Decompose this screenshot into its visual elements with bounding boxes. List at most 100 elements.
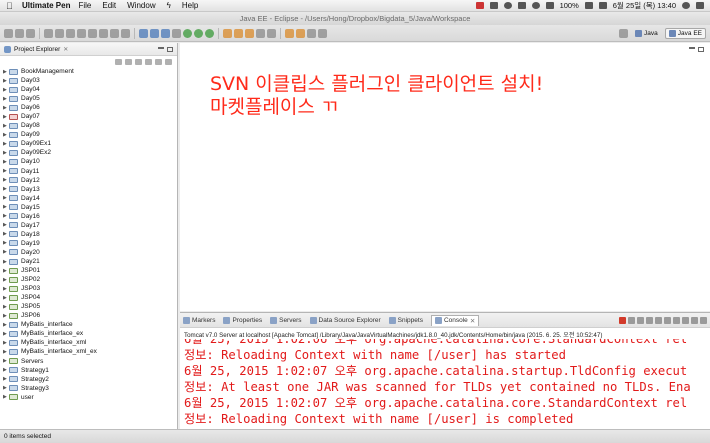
save-icon[interactable] [15, 28, 24, 38]
tree-item[interactable]: ▶ Day11 [3, 167, 177, 176]
tab-project-explorer[interactable]: Project Explorer ✕ [4, 45, 68, 53]
suspend-icon[interactable] [66, 28, 75, 38]
tree-item[interactable]: ▶ Day19 [3, 239, 177, 248]
app-name[interactable]: Ultimate Pen [22, 1, 70, 10]
tab-console[interactable]: Console ✕ [430, 314, 480, 326]
external-tools-icon[interactable] [172, 28, 181, 38]
perspective-java-ee[interactable]: Java EE [664, 27, 706, 39]
tree-item[interactable]: ▶ Day14 [3, 194, 177, 203]
maximize-icon[interactable] [698, 47, 704, 52]
run-icon[interactable] [194, 28, 203, 38]
tree-item[interactable]: ▶ JSP02 [3, 275, 177, 284]
menu-file[interactable]: File [78, 1, 91, 10]
spotlight-icon[interactable] [682, 2, 690, 9]
remove-all-icon[interactable] [637, 316, 644, 324]
wifi-icon[interactable] [531, 2, 540, 9]
open-console-icon[interactable] [139, 28, 148, 38]
tree-item[interactable]: ▶ Day09 [3, 130, 177, 139]
collapse-all-icon[interactable] [145, 58, 152, 65]
tree-item[interactable]: ▶ Strategy2 [3, 375, 177, 384]
tray-app-icon[interactable] [475, 2, 484, 9]
tree-item[interactable]: ▶ Day08 [3, 121, 177, 130]
tree-item[interactable]: ▶ Day12 [3, 176, 177, 185]
link-with-editor-icon[interactable] [155, 58, 162, 65]
close-icon[interactable]: ✕ [470, 317, 475, 325]
tree-item[interactable]: ▶ BookManagement [3, 67, 177, 76]
open-type-icon[interactable] [256, 28, 265, 38]
tree-item[interactable]: ▶ Servers [3, 357, 177, 366]
menu-edit[interactable]: Edit [102, 1, 116, 10]
tree-item[interactable]: ▶ Day05 [3, 94, 177, 103]
console-output[interactable]: 6월 25, 2015 1:02:06 오후 org.apache.catali… [180, 339, 710, 429]
tree-item[interactable]: ▶ JSP01 [3, 266, 177, 275]
scroll-lock-icon[interactable] [655, 316, 662, 324]
maximize-icon[interactable] [700, 316, 707, 324]
tray-sync-icon[interactable] [503, 2, 512, 9]
tree-item[interactable]: ▶ Day21 [3, 257, 177, 266]
terminate-icon[interactable] [77, 28, 86, 38]
perspective-java[interactable]: Java [631, 28, 662, 39]
tree-item[interactable]: ▶ Day09Ex2 [3, 148, 177, 157]
maximize-icon[interactable] [167, 46, 173, 52]
tree-item[interactable]: ▶ Day07 [3, 112, 177, 121]
tree-item[interactable]: ▶ MyBatis_interface_xml_ex [3, 347, 177, 356]
step-over-icon[interactable] [110, 28, 119, 38]
coverage-icon[interactable] [205, 28, 214, 38]
pin-console-icon[interactable] [664, 316, 671, 324]
up-nav-icon[interactable] [135, 58, 142, 65]
terminate-icon[interactable] [619, 316, 626, 324]
tree-item[interactable]: ▶ Day18 [3, 230, 177, 239]
tree-item[interactable]: ▶ MyBatis_interface [3, 320, 177, 329]
tab-servers[interactable]: Servers [270, 316, 302, 324]
menu-help[interactable]: Help [182, 1, 198, 10]
new-icon[interactable] [4, 28, 13, 38]
globe-icon[interactable] [161, 28, 170, 38]
back-icon[interactable] [307, 28, 316, 38]
back-nav-icon[interactable] [115, 58, 122, 65]
display-console-icon[interactable] [673, 316, 680, 324]
open-perspective-icon[interactable] [619, 28, 629, 38]
tree-item[interactable]: ▶ JSP04 [3, 293, 177, 302]
bolt-icon[interactable]: ϟ [167, 1, 171, 10]
tree-item[interactable]: ▶ user [3, 393, 177, 402]
minimize-icon[interactable] [691, 316, 698, 324]
server-icon[interactable] [150, 28, 159, 38]
tree-item[interactable]: ▶ Day03 [3, 76, 177, 85]
tree-item[interactable]: ▶ JSP03 [3, 284, 177, 293]
new-class-icon[interactable] [245, 28, 254, 38]
battery-percent[interactable]: 100% [560, 1, 579, 10]
tree-item[interactable]: ▶ Strategy1 [3, 366, 177, 375]
view-menu-icon[interactable] [165, 58, 172, 65]
notification-center-icon[interactable] [696, 2, 704, 9]
tree-item[interactable]: ▶ MyBatis_interface_ex [3, 329, 177, 338]
minimize-icon[interactable] [689, 47, 695, 49]
menubar-clock[interactable]: 6월 25일 (목) 13:40 [613, 0, 676, 11]
remove-launch-icon[interactable] [628, 316, 635, 324]
tab-data-source-explorer[interactable]: Data Source Explorer [309, 316, 381, 324]
step-into-icon[interactable] [99, 28, 108, 38]
forward-icon[interactable] [318, 28, 327, 38]
open-console-icon[interactable] [682, 316, 689, 324]
tree-item[interactable]: ▶ JSP06 [3, 311, 177, 320]
tray-box-icon[interactable] [489, 2, 498, 9]
volume-icon[interactable] [545, 2, 554, 9]
step-return-icon[interactable] [121, 28, 130, 38]
tree-item[interactable]: ▶ Day20 [3, 248, 177, 257]
tree-item[interactable]: ▶ Day04 [3, 85, 177, 94]
airplay-icon[interactable] [517, 2, 526, 9]
apple-icon[interactable]:  [6, 1, 16, 11]
input-source-icon[interactable] [598, 2, 607, 9]
close-icon[interactable]: ✕ [63, 46, 68, 53]
forward-nav-icon[interactable] [125, 58, 132, 65]
disconnect-icon[interactable] [88, 28, 97, 38]
tree-item[interactable]: ▶ Day16 [3, 212, 177, 221]
search-icon[interactable] [267, 28, 276, 38]
debug-icon[interactable] [183, 28, 192, 38]
tree-item[interactable]: ▶ Day10 [3, 157, 177, 166]
tree-item[interactable]: ▶ Strategy3 [3, 384, 177, 393]
new-java-project-icon[interactable] [223, 28, 232, 38]
tab-snippets[interactable]: Snippets [388, 316, 423, 324]
tab-markers[interactable]: Markers [183, 316, 215, 324]
clear-console-icon[interactable] [646, 316, 653, 324]
print-icon[interactable] [26, 28, 35, 38]
